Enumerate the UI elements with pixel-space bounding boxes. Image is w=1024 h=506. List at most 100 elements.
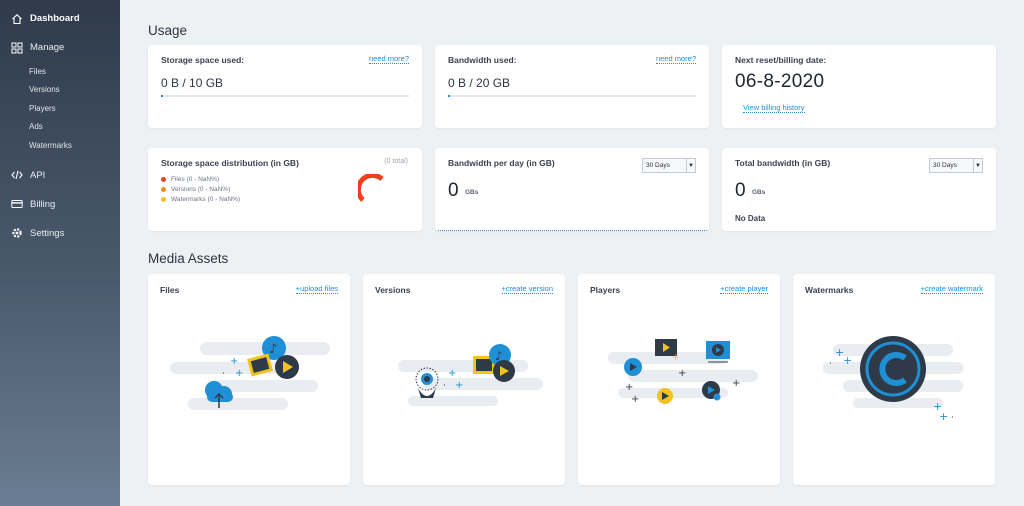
card-title: Watermarks [805,285,854,295]
sidebar-item-label: API [30,169,46,181]
card-title: Players [590,285,621,295]
storage-progress [161,95,409,97]
sidebar-item-api[interactable]: API [0,161,120,190]
create-player-link[interactable]: +create player [720,284,768,294]
card-title: Storage space distribution (in GB) [161,158,299,168]
storage-used-card: Storage space used: need more? 0 B / 10 … [148,45,422,128]
code-icon [11,169,23,181]
legend-dot [161,197,166,202]
watermarks-illustration: + + + + · · [823,336,963,423]
sidebar-item-settings[interactable]: Settings [0,219,120,248]
files-card: Files +upload files ♪ + + · [148,274,350,485]
total-bw-value: 0 [735,180,746,201]
sidebar-item-dashboard[interactable]: Dashboard [0,4,120,33]
need-more-link[interactable]: need more? [368,54,409,64]
period-select[interactable]: 30 Days ▼ [929,158,983,173]
files-illustration: ♪ + + · [170,336,330,410]
sidebar-subitem-files[interactable]: Files [0,62,120,81]
select-value: 30 Days [933,162,957,169]
sidebar-subitem-watermarks[interactable]: Watermarks [0,136,120,155]
svg-text:+: + [732,378,740,389]
home-icon [11,13,23,25]
card-title: Versions [375,285,411,295]
svg-text:·: · [829,359,832,369]
view-billing-history-link[interactable]: View billing history [743,103,805,113]
svg-text:+: + [230,356,238,367]
legend-item: Watermarks (0 - NaN%) [161,196,240,203]
card-title: Bandwidth per day (in GB) [448,158,555,168]
need-more-link[interactable]: need more? [655,54,696,64]
main-content: Usage Storage space used: need more? 0 B… [120,0,1024,506]
no-data-text: No Data [735,214,766,223]
storage-value: 0 B / 10 GB [161,76,224,90]
sidebar: Dashboard Manage Files Versions Players … [0,0,120,506]
chevron-down-icon: ▼ [973,159,982,172]
progress-fill [448,95,450,97]
media-assets-title: Media Assets [148,251,229,266]
period-select[interactable]: 30 Days ▼ [642,158,696,173]
gear-icon [11,227,23,239]
create-watermark-link[interactable]: +create watermark [920,284,983,294]
legend-label: Watermarks (0 - NaN%) [171,196,241,203]
sidebar-item-label: Billing [30,198,56,210]
sidebar-item-label: Settings [30,227,65,239]
legend-item: Versions (0 - NaN%) [161,186,230,193]
card-title: Files [160,285,180,295]
total-bandwidth-card: Total bandwidth (in GB) 30 Days ▼ 0 GBs N… [722,148,996,231]
sidebar-item-billing[interactable]: Billing [0,190,120,219]
svg-text:+: + [939,410,948,423]
usage-title: Usage [148,23,188,38]
legend-dot [161,187,166,192]
watermarks-card: Watermarks +create watermark + + + + · · [793,274,995,485]
bw-per-day-chart-line [435,229,709,231]
storage-distribution-card: Storage space distribution (in GB) (0 to… [148,148,422,231]
legend-label: Versions (0 - NaN%) [171,186,231,193]
progress-fill [161,95,163,97]
chevron-down-icon: ▼ [686,159,695,172]
svg-text:+: + [843,354,852,367]
bw-per-day-unit: GBs [465,189,479,196]
sidebar-item-manage[interactable]: Manage [0,33,120,62]
svg-text:·: · [222,369,225,379]
svg-text:·: · [951,413,954,423]
legend-label: Files (0 - NaN%) [171,176,220,183]
legend-dot [161,177,166,182]
bandwidth-per-day-card: Bandwidth per day (in GB) 30 Days ▼ 0 GBs [435,148,709,231]
billing-date: 06-8-2020 [735,71,825,92]
sidebar-subitem-ads[interactable]: Ads [0,118,120,137]
bandwidth-used-card: Bandwidth used: need more? 0 B / 20 GB [435,45,709,128]
bw-per-day-value: 0 [448,180,459,201]
versions-card: Versions +create version ♪ + + · [363,274,565,485]
total-bw-unit: GBs [752,189,766,196]
grid-icon [11,42,23,54]
card-title: Storage space used: [161,55,245,65]
select-value: 30 Days [646,162,670,169]
svg-text:·: · [443,381,446,391]
sidebar-subitem-players[interactable]: Players [0,99,120,118]
billing-date-card: Next reset/billing date: 06-8-2020 View … [722,45,996,128]
sidebar-subitem-versions[interactable]: Versions [0,81,120,100]
sidebar-item-label: Manage [30,42,65,53]
upload-files-link[interactable]: +upload files [295,284,338,294]
svg-text:+: + [625,382,633,393]
card-title: Next reset/billing date: [735,55,827,65]
create-version-link[interactable]: +create version [501,284,553,294]
sidebar-item-label: Dashboard [30,13,80,24]
svg-text:+: + [678,368,686,379]
bandwidth-progress [448,95,696,97]
svg-text:+: + [455,380,463,391]
bandwidth-value: 0 B / 20 GB [448,76,511,90]
legend-item: Files (0 - NaN%) [161,176,219,183]
card-title: Total bandwidth (in GB) [735,158,831,168]
card-title: Bandwidth used: [448,55,517,65]
versions-illustration: ♪ + + · [398,344,543,406]
players-card: Players +create player + + + + + [578,274,780,485]
distribution-donut [358,174,384,202]
distribution-total: (0 total) [384,158,408,165]
svg-text:+: + [235,368,243,379]
svg-text:+: + [672,353,680,363]
credit-card-icon [11,198,23,210]
players-illustration: + + + + + [608,339,758,405]
svg-text:+: + [631,394,639,405]
svg-text:♪: ♪ [269,342,277,357]
